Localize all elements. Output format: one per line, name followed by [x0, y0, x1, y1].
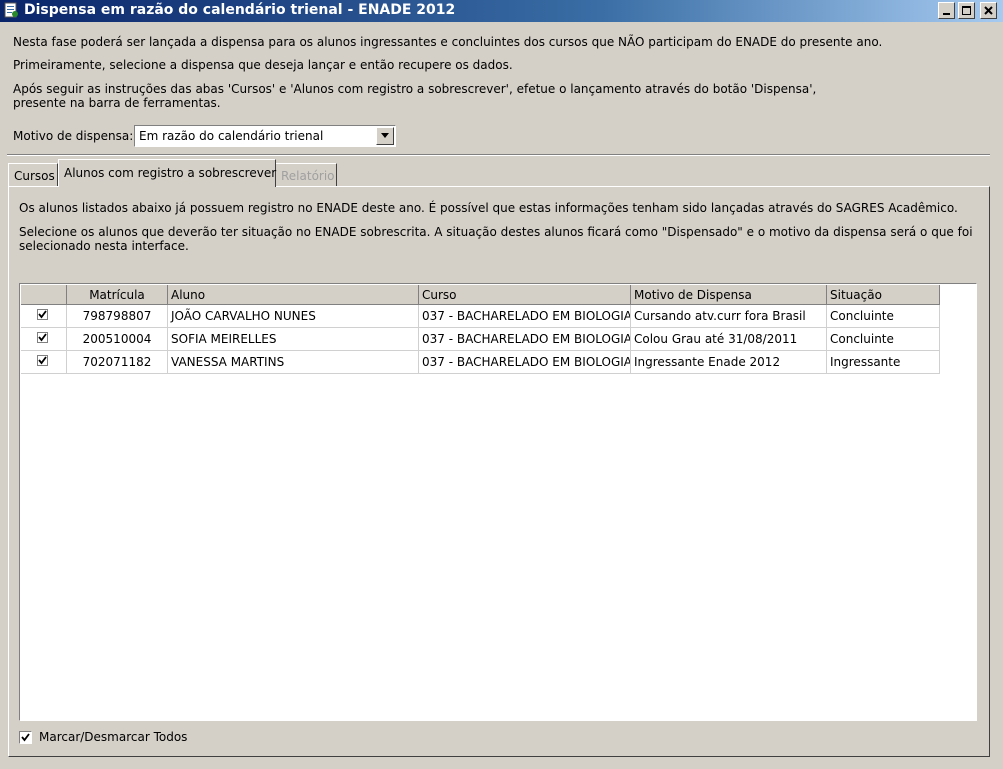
header-situacao[interactable]: Situação [827, 285, 940, 305]
maximize-icon [962, 6, 971, 15]
intro-text-2: Primeiramente, selecione a dispensa que … [13, 58, 513, 72]
motivo-label: Motivo de dispensa: [13, 129, 134, 143]
intro-text-3-line1: Após seguir as instruções das abas 'Curs… [13, 82, 817, 96]
minimize-icon [943, 13, 950, 15]
header-motivo[interactable]: Motivo de Dispensa [631, 285, 827, 305]
motivo-select[interactable]: Em razão do calendário trienal [134, 125, 396, 147]
window-title: Dispensa em razão do calendário trienal … [24, 2, 456, 18]
chevron-down-icon [381, 133, 389, 138]
row-checkbox[interactable] [37, 309, 48, 320]
checkmark-icon [38, 333, 47, 342]
header-curso[interactable]: Curso [419, 285, 631, 305]
row-checkbox[interactable] [37, 332, 48, 343]
cell-aluno: JOÃO CARVALHO NUNES [168, 305, 419, 328]
row-checkbox-cell[interactable] [21, 328, 67, 351]
header-aluno[interactable]: Aluno [168, 285, 419, 305]
panel-info-2-line1: Selecione os alunos que deverão ter situ… [19, 225, 973, 239]
cell-curso: 037 - BACHARELADO EM BIOLOGIA [419, 351, 631, 374]
panel-info-1: Os alunos listados abaixo já possuem reg… [19, 201, 958, 215]
cell-situacao: Concluinte [827, 305, 940, 328]
separator [7, 154, 990, 156]
panel-info-2: Selecione os alunos que deverão ter situ… [19, 225, 973, 253]
cell-curso: 037 - BACHARELADO EM BIOLOGIA [419, 328, 631, 351]
checkmark-icon [21, 733, 30, 742]
cell-curso: 037 - BACHARELADO EM BIOLOGIA [419, 305, 631, 328]
checkmark-icon [38, 356, 47, 365]
toggle-all-checkbox[interactable] [19, 731, 32, 744]
cell-motivo: Ingressante Enade 2012 [631, 351, 827, 374]
cell-matricula: 702071182 [67, 351, 168, 374]
cell-situacao: Concluinte [827, 328, 940, 351]
cell-aluno: VANESSA MARTINS [168, 351, 419, 374]
cell-situacao: Ingressante [827, 351, 940, 374]
intro-text-1: Nesta fase poderá ser lançada a dispensa… [13, 35, 883, 49]
tab-alunos-sobrescrever[interactable]: Alunos com registro a sobrescrever [58, 159, 276, 187]
panel-info-2-line2: selecionado nesta interface. [19, 239, 189, 253]
intro-text-3: Após seguir as instruções das abas 'Curs… [13, 82, 816, 110]
cell-motivo: Cursando atv.curr fora Brasil [631, 305, 827, 328]
students-table[interactable]: Matrícula Aluno Curso Motivo de Dispensa Sit… [19, 283, 977, 721]
intro-text-3-line2: presente na barra de ferramentas. [13, 96, 221, 110]
header-matricula[interactable]: Matrícula [67, 285, 168, 305]
toggle-all-label[interactable]: Marcar/Desmarcar Todos [39, 730, 187, 744]
maximize-button[interactable] [958, 2, 975, 19]
close-button[interactable] [980, 2, 997, 19]
motivo-selected-value: Em razão do calendário trienal [139, 129, 324, 143]
tab-panel: Os alunos listados abaixo já possuem reg… [8, 186, 990, 757]
cell-aluno: SOFIA MEIRELLES [168, 328, 419, 351]
title-bar: Dispensa em razão do calendário trienal … [0, 0, 1003, 22]
row-checkbox-cell[interactable] [21, 305, 67, 328]
cell-matricula: 798798807 [67, 305, 168, 328]
cell-matricula: 200510004 [67, 328, 168, 351]
dropdown-button[interactable] [376, 127, 394, 145]
tab-cursos[interactable]: Cursos [8, 163, 58, 187]
cell-motivo: Colou Grau até 31/08/2011 [631, 328, 827, 351]
tab-relatorio: Relatório [275, 163, 337, 187]
row-checkbox[interactable] [37, 355, 48, 366]
close-icon [984, 6, 993, 15]
row-checkbox-cell[interactable] [21, 351, 67, 374]
checkmark-icon [38, 310, 47, 319]
minimize-button[interactable] [938, 2, 955, 19]
app-icon [3, 2, 19, 18]
header-check[interactable] [21, 285, 67, 305]
